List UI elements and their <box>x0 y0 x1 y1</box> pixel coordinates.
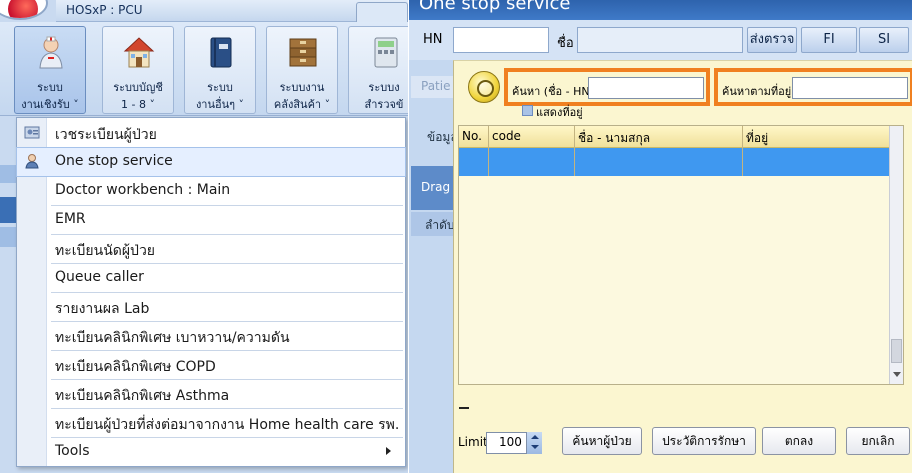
nurse-icon <box>39 36 63 69</box>
one-stop-service-window: One stop service HN ชื่อ ส่งตรวจ FI SI P… <box>408 0 912 473</box>
menu-item-emr[interactable]: EMR <box>17 206 405 234</box>
records-icon <box>24 126 40 139</box>
ribbon-tab[interactable] <box>356 2 408 22</box>
app-title-bar: HOSxP : PCU <box>56 0 408 22</box>
table-header: No. code ชื่อ - นามสกุล ที่อยู่ <box>459 126 899 148</box>
name-label: ชื่อ <box>557 36 574 51</box>
limit-label: Limit <box>458 435 488 449</box>
dialog-footer: Limit 100 ค้นหาผู้ป่วย ประวัติการรักษา ต… <box>454 421 912 471</box>
hn-input[interactable] <box>453 27 549 53</box>
menu-item-asthma-clinic[interactable]: ทะเบียนคลินิกพิเศษ Asthma <box>17 380 405 408</box>
hosxp-main-window: HOSxP : PCU ระบบ งานเชิงรับ ˅ ระบบบัญชี … <box>0 0 408 473</box>
menu-item-label: ทะเบียนผู้ป่วยที่ส่งต่อมาจากงาน Home hea… <box>55 417 400 433</box>
submenu-arrow-icon <box>386 447 391 455</box>
menu-item-appointments[interactable]: ทะเบียนนัดผู้ป่วย <box>17 235 405 263</box>
ribbon-button-label: ระบบงาน คลังสินค้า ˅ <box>273 81 331 111</box>
show-address-label: แสดงที่อยู่ <box>536 106 583 119</box>
menu-item-label: รายงานผล Lab <box>55 301 150 317</box>
menu-item-label: Doctor workbench : Main <box>55 182 231 198</box>
boxes-icon <box>289 38 317 67</box>
spin-up-icon[interactable] <box>531 435 539 439</box>
treatment-history-button[interactable]: ประวัติการรักษา <box>652 427 756 455</box>
patient-results-table: No. code ชื่อ - นามสกุล ที่อยู่ <box>458 125 904 385</box>
menu-item-label: EMR <box>55 211 86 227</box>
menu-item-label: ทะเบียนคลินิกพิเศษ เบาหวาน/ความดัน <box>55 330 290 346</box>
hn-label: HN <box>423 32 443 47</box>
book-icon <box>210 37 232 68</box>
house-icon <box>123 37 155 68</box>
patient-search-dialog: ค้นหา (ชื่อ - HN) ค้นหาตามที่อยู่ แสดงที… <box>453 60 912 473</box>
ok-button[interactable]: ตกลง <box>762 427 836 455</box>
app-tab-title[interactable]: HOSxP : PCU <box>66 3 143 17</box>
patient-lookup-bar: HN ชื่อ ส่งตรวจ FI SI <box>409 20 912 60</box>
menu-item-one-stop-service[interactable]: One stop service <box>16 147 406 177</box>
search-name-input[interactable] <box>588 77 704 99</box>
tab-order[interactable]: ลำดับ <box>411 212 453 236</box>
search-address-input[interactable] <box>792 77 908 99</box>
ribbon-button-accounts[interactable]: ระบบบัญชี 1 - 8 ˅ <box>102 26 174 114</box>
ribbon: ระบบ งานเชิงรับ ˅ ระบบบัญชี 1 - 8 ˅ ระบบ… <box>0 22 408 116</box>
col-code[interactable]: code <box>492 129 521 143</box>
ribbon-button-label: ระบบ งานอื่นๆ ˅ <box>195 81 245 111</box>
search-name-label: ค้นหา (ชื่อ - HN) <box>512 85 594 98</box>
name-input[interactable] <box>577 27 743 53</box>
spin-down-icon[interactable] <box>531 445 539 449</box>
ribbon-button-other[interactable]: ระบบ งานอื่นๆ ˅ <box>184 26 256 114</box>
menu-item-doctor-workbench[interactable]: Doctor workbench : Main <box>17 177 405 205</box>
menu-item-lab-report[interactable]: รายงานผล Lab <box>17 293 405 321</box>
col-name[interactable]: ชื่อ - นามสกุล <box>578 129 650 148</box>
app-logo[interactable] <box>0 0 48 20</box>
menu-item-dm-ht-clinic[interactable]: ทะเบียนคลินิกพิเศษ เบาหวาน/ความดัน <box>17 322 405 350</box>
window-title: One stop service <box>419 0 571 14</box>
si-button[interactable]: SI <box>859 27 909 53</box>
tab-drag[interactable]: Drag <box>411 166 453 210</box>
outpatient-dropdown-menu: เวชระเบียนผู้ป่วย One stop service Docto… <box>16 117 406 467</box>
person-icon <box>25 154 39 169</box>
menu-item-label: ทะเบียนคลินิกพิเศษ COPD <box>55 359 216 375</box>
window-title-bar: One stop service <box>409 0 912 20</box>
search-address-label: ค้นหาตามที่อยู่ <box>722 85 792 98</box>
col-address[interactable]: ที่อยู่ <box>746 129 768 148</box>
fi-button[interactable]: FI <box>801 27 857 53</box>
menu-item-tools[interactable]: Tools <box>17 438 405 466</box>
menu-item-label: ทะเบียนคลินิกพิเศษ Asthma <box>55 388 230 404</box>
menu-item-label: เวชระเบียนผู้ป่วย <box>55 127 157 143</box>
tab-info[interactable]: ข้อมูล <box>411 122 453 148</box>
ribbon-button-label: ระบบบัญชี 1 - 8 ˅ <box>113 81 163 111</box>
table-scrollbar[interactable] <box>889 126 903 384</box>
send-to-exam-button[interactable]: ส่งตรวจ <box>747 27 797 53</box>
cancel-button[interactable]: ยกเลิก <box>846 427 910 455</box>
show-address-checkbox[interactable] <box>522 105 533 116</box>
tab-patient[interactable]: Patie <box>411 76 453 98</box>
menu-item-label: ทะเบียนนัดผู้ป่วย <box>55 243 156 259</box>
side-tabs: Patie ข้อมูล Drag ลำดับ <box>409 60 453 473</box>
record-indicator <box>459 407 469 409</box>
menu-item-queue-caller[interactable]: Queue caller <box>17 264 405 292</box>
scrollbar-thumb[interactable] <box>891 339 902 363</box>
menu-item-label: Queue caller <box>55 269 144 285</box>
ribbon-button-label: ระบบ งานเชิงรับ ˅ <box>21 81 79 111</box>
menu-item-home-health-care-referral[interactable]: ทะเบียนผู้ป่วยที่ส่งต่อมาจากงาน Home hea… <box>17 409 405 437</box>
table-row[interactable] <box>459 148 899 176</box>
ribbon-button-survey[interactable]: ระบบง สำรวจข้ <box>348 26 408 114</box>
col-no[interactable]: No. <box>462 129 482 143</box>
ribbon-button-inventory[interactable]: ระบบงาน คลังสินค้า ˅ <box>266 26 338 114</box>
scroll-down-icon[interactable] <box>893 372 901 377</box>
menu-item-patient-records[interactable]: เวชระเบียนผู้ป่วย <box>17 119 405 147</box>
limit-spinner[interactable] <box>526 432 542 454</box>
search-magnifier-icon <box>468 71 500 103</box>
ribbon-button-label: ระบบง สำรวจข้ <box>364 81 404 111</box>
menu-item-label: Tools <box>55 443 90 459</box>
menu-item-copd-clinic[interactable]: ทะเบียนคลินิกพิเศษ COPD <box>17 351 405 379</box>
ribbon-button-outpatient[interactable]: ระบบ งานเชิงรับ ˅ <box>14 26 86 114</box>
search-patient-button[interactable]: ค้นหาผู้ป่วย <box>562 427 642 455</box>
calculator-icon <box>374 37 398 68</box>
menu-item-label: One stop service <box>55 153 173 169</box>
